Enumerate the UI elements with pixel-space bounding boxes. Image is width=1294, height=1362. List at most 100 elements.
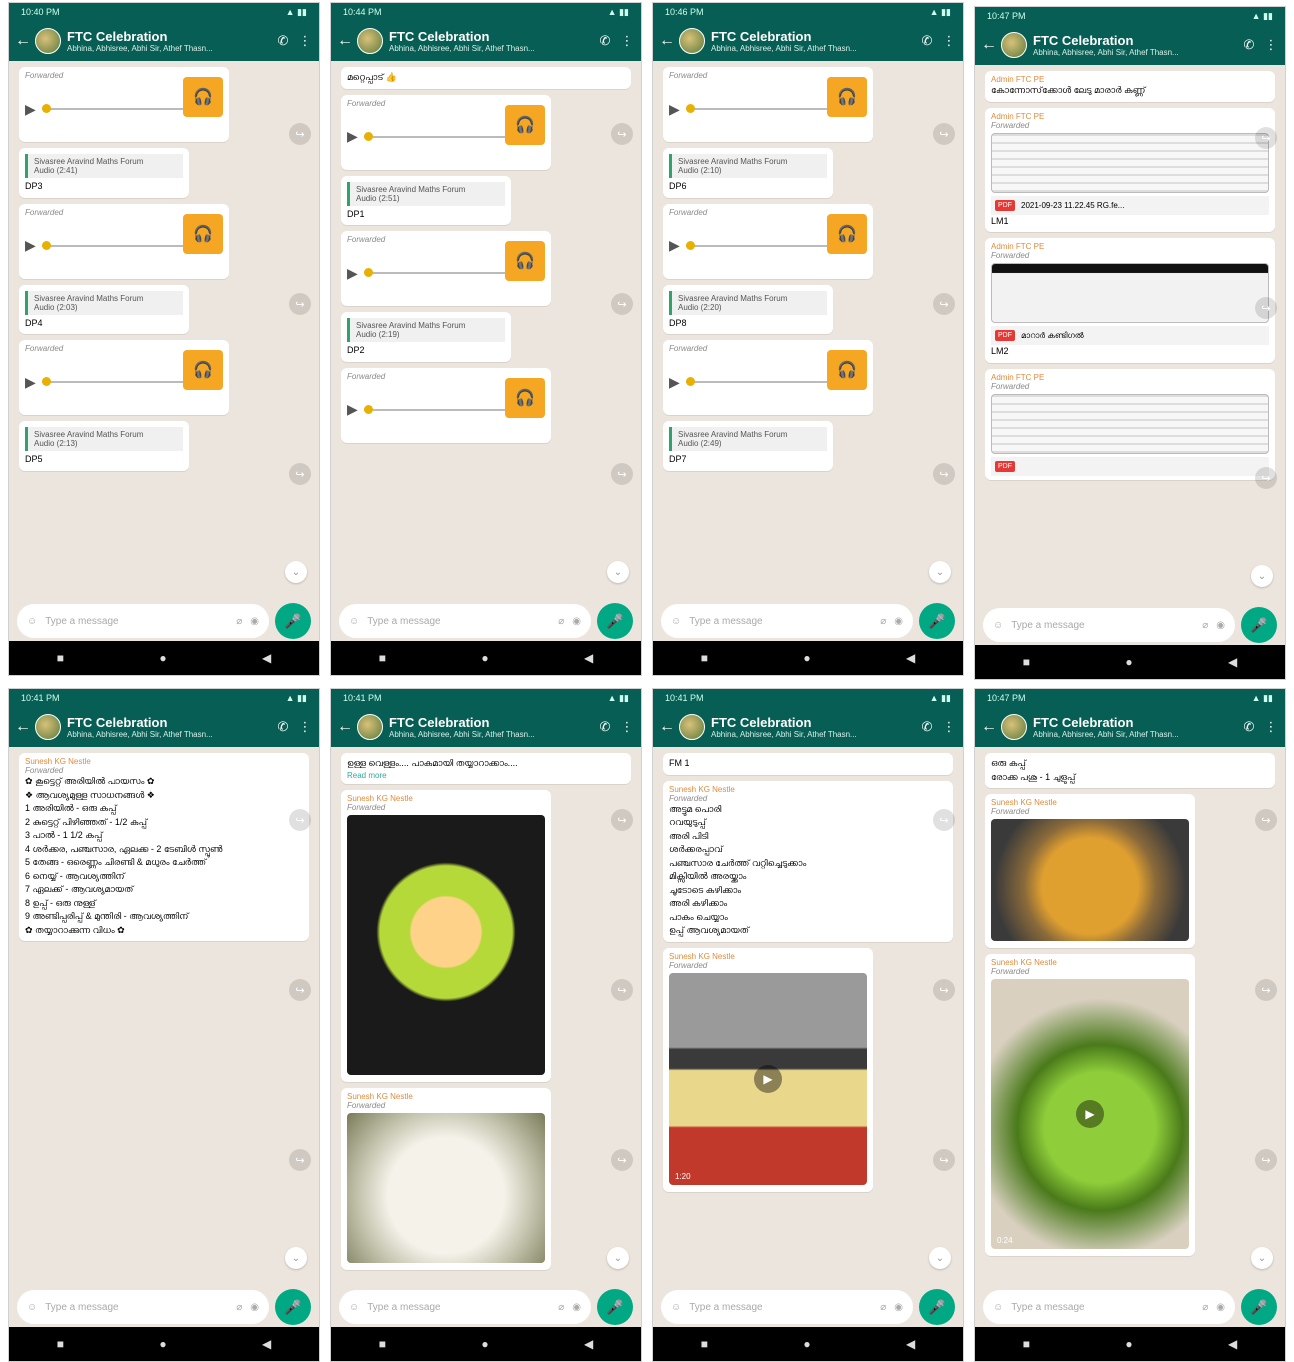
message-bubble[interactable]: Admin FTC PE കോന്നോസ്‌ക്കോൾ ലേടു മാരാർ കണ…: [985, 71, 1275, 102]
menu-icon[interactable]: ⋮: [1263, 719, 1279, 735]
chat-info[interactable]: FTC Celebration Abhina, Abhisree, Abhi Si…: [389, 715, 591, 739]
scroll-down-icon[interactable]: ⌄: [285, 561, 307, 583]
quoted-message[interactable]: Sivasree Aravind Maths Forum Audio (2:03): [25, 290, 183, 315]
attach-icon[interactable]: ⌀: [236, 1302, 242, 1313]
play-icon[interactable]: ▶: [1076, 1100, 1104, 1128]
home-icon[interactable]: ●: [159, 651, 166, 665]
recent-apps-icon[interactable]: ■: [57, 651, 64, 665]
play-icon[interactable]: ▶: [347, 401, 358, 418]
play-icon[interactable]: ▶: [669, 237, 680, 254]
scroll-down-icon[interactable]: ⌄: [929, 561, 951, 583]
play-icon[interactable]: ▶: [25, 101, 36, 118]
video-attachment[interactable]: ▶ 0:24: [991, 979, 1189, 1249]
nav-back-icon[interactable]: ◀: [584, 651, 593, 665]
forward-share-icon[interactable]: ↪: [611, 1149, 633, 1171]
scroll-down-icon[interactable]: ⌄: [929, 1247, 951, 1269]
chat-info[interactable]: FTC Celebration Abhina, Abhisree, Abhi Si…: [67, 715, 269, 739]
emoji-icon[interactable]: ☺: [349, 616, 359, 627]
emoji-icon[interactable]: ☺: [27, 616, 37, 627]
play-icon[interactable]: ▶: [347, 128, 358, 145]
chat-info[interactable]: FTC Celebration Abhina, Abhisree, Abhi Si…: [67, 29, 269, 53]
home-icon[interactable]: ●: [481, 651, 488, 665]
message-input[interactable]: ☺ Type a message ⌀ ◉: [983, 608, 1235, 642]
message-bubble[interactable]: Sunesh KG Nestle Forwarded: [341, 789, 551, 1082]
home-icon[interactable]: ●: [1125, 655, 1132, 669]
message-input[interactable]: ☺ Type a message ⌀ ◉: [17, 1290, 269, 1324]
mic-button[interactable]: 🎤: [919, 603, 955, 639]
call-icon[interactable]: ✆: [597, 33, 613, 49]
recent-apps-icon[interactable]: ■: [1023, 1337, 1030, 1351]
message-bubble[interactable]: Sivasree Aravind Maths Forum Audio (2:20)…: [663, 284, 833, 334]
emoji-icon[interactable]: ☺: [349, 1302, 359, 1313]
scroll-down-icon[interactable]: ⌄: [1251, 1247, 1273, 1269]
forward-share-icon[interactable]: ↪: [289, 979, 311, 1001]
call-icon[interactable]: ✆: [275, 33, 291, 49]
attach-icon[interactable]: ⌀: [236, 616, 242, 627]
menu-icon[interactable]: ⋮: [941, 33, 957, 49]
quoted-message[interactable]: Sivasree Aravind Maths Forum Audio (2:51): [347, 181, 505, 206]
group-avatar[interactable]: [1001, 32, 1027, 58]
message-bubble[interactable]: Forwarded ▶ 🎧: [19, 203, 229, 279]
video-attachment[interactable]: ▶ 1:20: [669, 972, 867, 1185]
emoji-icon[interactable]: ☺: [27, 1302, 37, 1313]
group-avatar[interactable]: [35, 714, 61, 740]
quoted-message[interactable]: Sivasree Aravind Maths Forum Audio (2:19): [347, 318, 505, 342]
document-preview[interactable]: [991, 263, 1269, 323]
forward-share-icon[interactable]: ↪: [933, 809, 955, 831]
message-input[interactable]: ☺ Type a message ⌀ ◉: [661, 604, 913, 638]
forward-share-icon[interactable]: ↪: [611, 463, 633, 485]
message-bubble[interactable]: FM 1: [663, 753, 953, 775]
document-preview[interactable]: [991, 393, 1269, 454]
chat-info[interactable]: FTC Celebration Abhina, Abhisree, Abhi Si…: [711, 715, 913, 739]
chat-info[interactable]: FTC Celebration Abhina, Abhisree, Abhi Si…: [711, 29, 913, 53]
forward-share-icon[interactable]: ↪: [1255, 297, 1277, 319]
back-arrow-icon[interactable]: ←: [981, 718, 997, 736]
forward-share-icon[interactable]: ↪: [933, 123, 955, 145]
attach-icon[interactable]: ⌀: [558, 616, 564, 627]
play-icon[interactable]: ▶: [669, 374, 680, 391]
message-bubble[interactable]: Forwarded ▶ 🎧: [19, 67, 229, 142]
audio-seekbar[interactable]: [685, 377, 831, 386]
play-icon[interactable]: ▶: [347, 265, 358, 282]
attach-icon[interactable]: ⌀: [558, 1302, 564, 1313]
message-bubble[interactable]: Sunesh KG Nestle Forwarded: [985, 794, 1195, 948]
audio-seekbar[interactable]: [41, 377, 187, 386]
message-bubble[interactable]: Sunesh KG Nestle Forwarded അട്ടുമ പൊരി റവയ…: [663, 780, 953, 942]
forward-share-icon[interactable]: ↪: [1255, 809, 1277, 831]
forward-share-icon[interactable]: ↪: [611, 979, 633, 1001]
mic-button[interactable]: 🎤: [1241, 1289, 1277, 1325]
group-avatar[interactable]: [35, 28, 61, 54]
group-avatar[interactable]: [679, 28, 705, 54]
nav-back-icon[interactable]: ◀: [262, 1337, 271, 1351]
camera-icon[interactable]: ◉: [1216, 620, 1225, 631]
message-bubble[interactable]: Sivasree Aravind Maths Forum Audio (2:41)…: [19, 148, 189, 198]
call-icon[interactable]: ✆: [919, 33, 935, 49]
play-icon[interactable]: ▶: [25, 237, 36, 254]
pdf-attachment[interactable]: PDF മാറാർ കണ്ടിഗൽ: [991, 326, 1269, 345]
message-bubble[interactable]: മറ്റെപ്പാട് 👍: [341, 67, 631, 89]
quoted-message[interactable]: Sivasree Aravind Maths Forum Audio (2:49): [669, 427, 827, 451]
home-icon[interactable]: ●: [803, 1337, 810, 1351]
group-avatar[interactable]: [679, 714, 705, 740]
scroll-down-icon[interactable]: ⌄: [607, 561, 629, 583]
call-icon[interactable]: ✆: [275, 719, 291, 735]
back-arrow-icon[interactable]: ←: [15, 718, 31, 736]
forward-share-icon[interactable]: ↪: [289, 463, 311, 485]
nav-back-icon[interactable]: ◀: [584, 1337, 593, 1351]
menu-icon[interactable]: ⋮: [619, 33, 635, 49]
camera-icon[interactable]: ◉: [894, 1302, 903, 1313]
forward-share-icon[interactable]: ↪: [1255, 1149, 1277, 1171]
call-icon[interactable]: ✆: [1241, 37, 1257, 53]
back-arrow-icon[interactable]: ←: [15, 32, 31, 50]
play-icon[interactable]: ▶: [25, 374, 36, 391]
audio-seekbar[interactable]: [41, 104, 187, 113]
forward-share-icon[interactable]: ↪: [933, 1149, 955, 1171]
group-avatar[interactable]: [1001, 714, 1027, 740]
chat-info[interactable]: FTC Celebration Abhina, Abhisree, Abhi Si…: [1033, 33, 1235, 57]
scroll-down-icon[interactable]: ⌄: [607, 1247, 629, 1269]
message-bubble[interactable]: Sivasree Aravind Maths Forum Audio (2:13)…: [19, 421, 189, 471]
forward-share-icon[interactable]: ↪: [289, 1149, 311, 1171]
read-more-link[interactable]: Read more: [347, 771, 625, 780]
forward-share-icon[interactable]: ↪: [1255, 127, 1277, 149]
message-bubble[interactable]: Sunesh KG Nestle Forwarded ▶ 1:20: [663, 947, 873, 1192]
